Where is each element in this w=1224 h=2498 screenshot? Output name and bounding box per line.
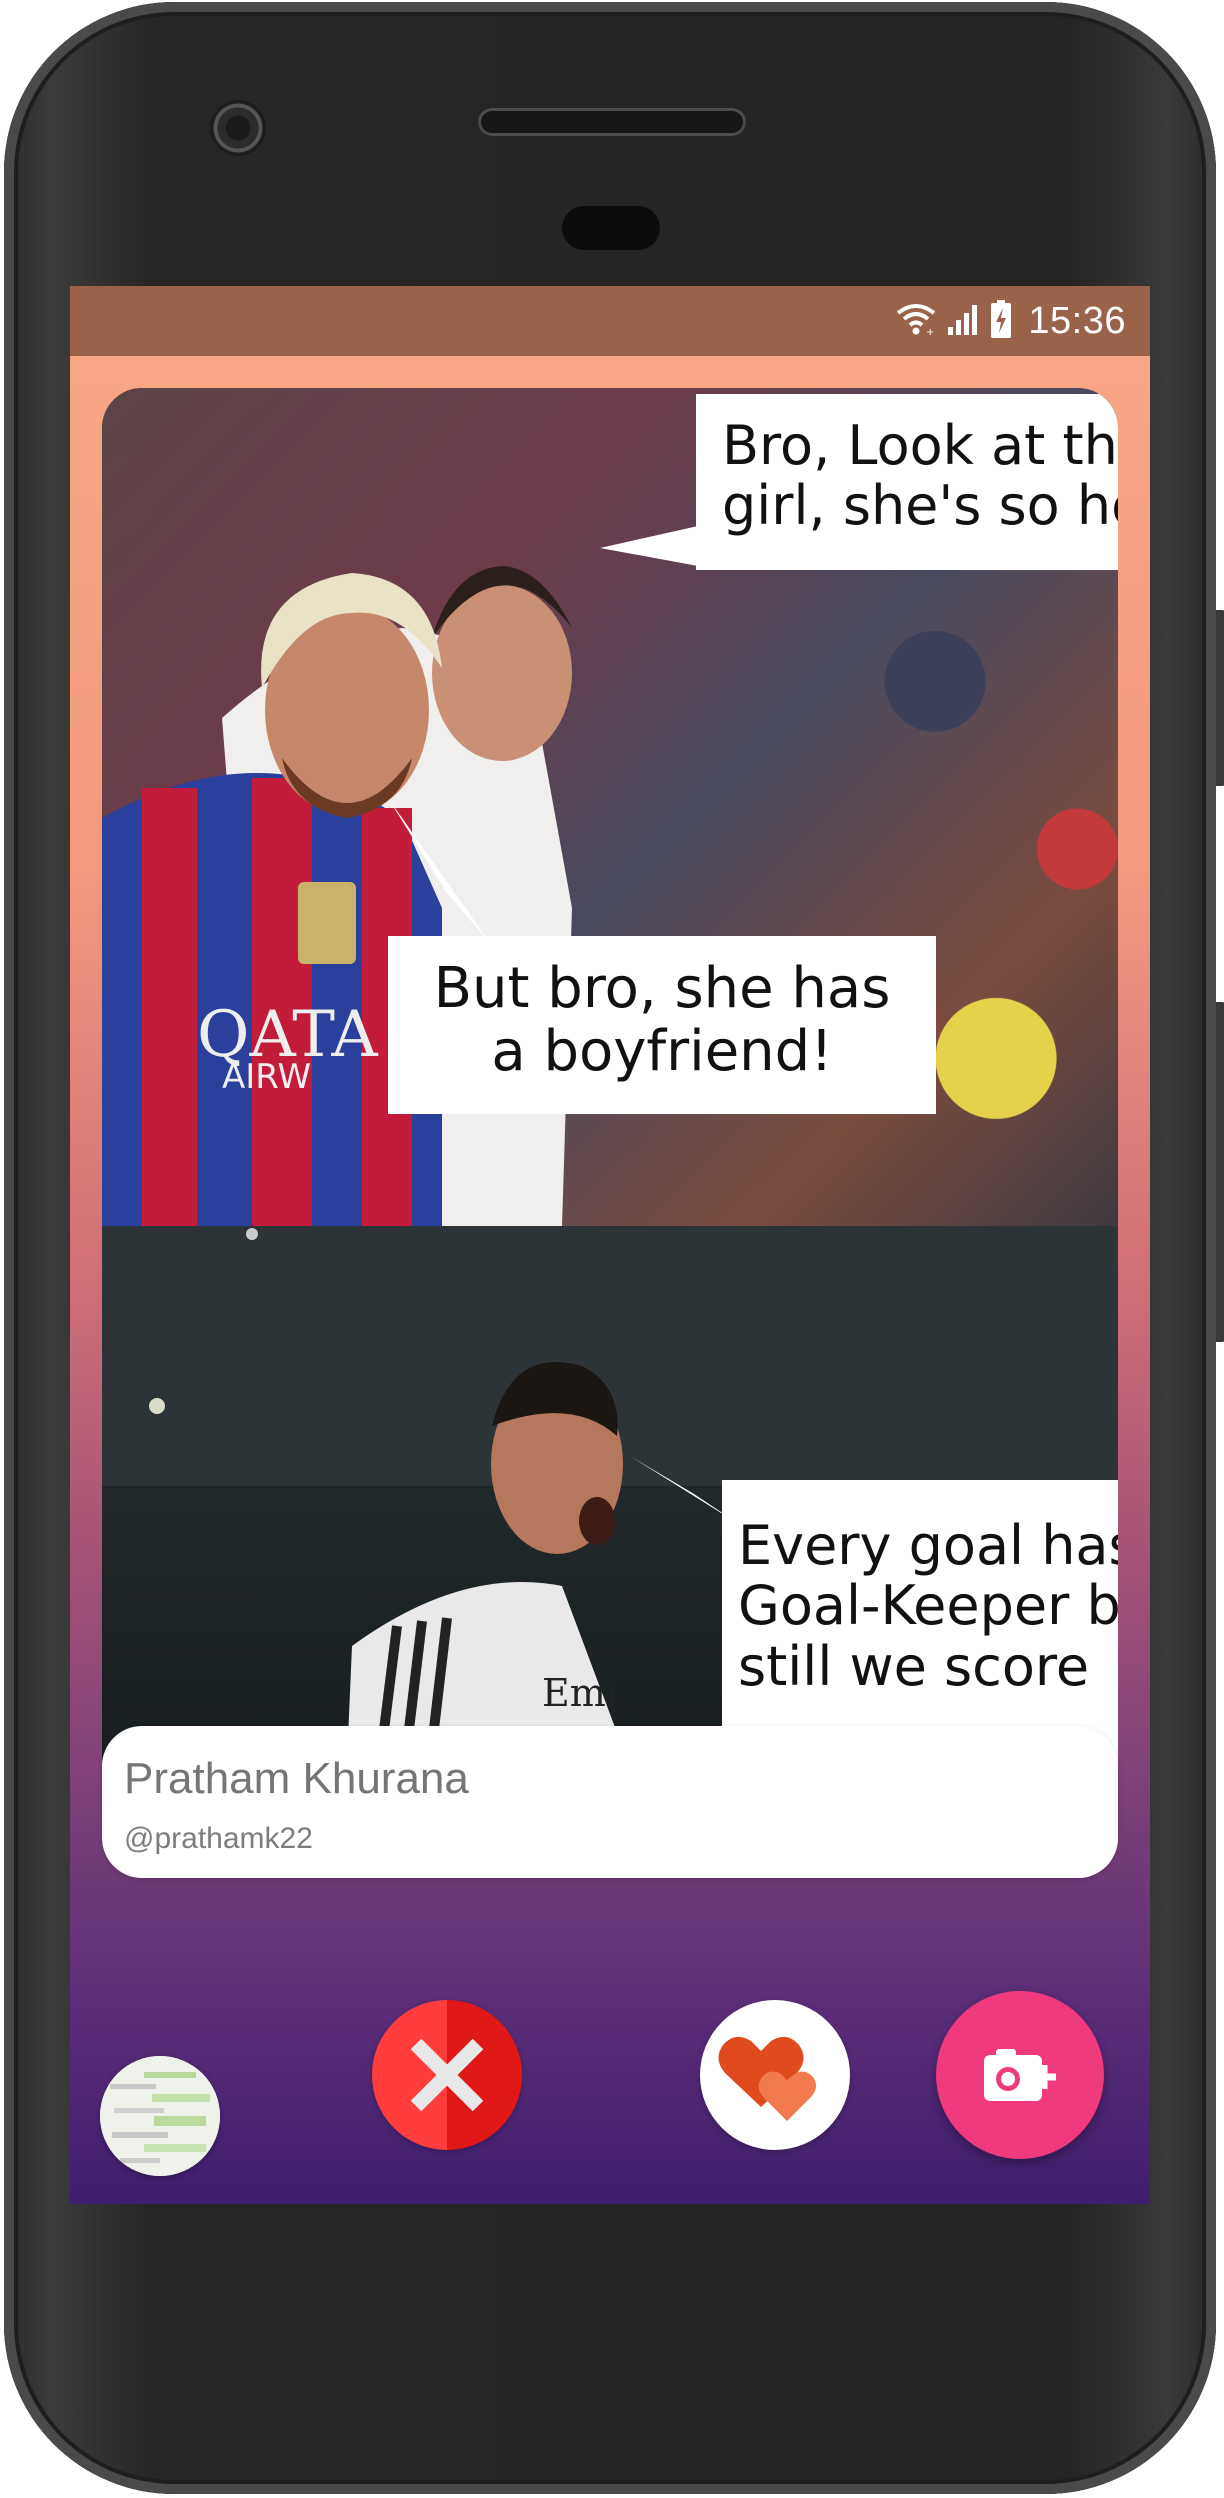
svg-text:+: +	[926, 327, 934, 337]
profile-handle: @prathamk22	[124, 1822, 313, 1855]
chat-screenshot-thumbnail-icon	[100, 2056, 220, 2176]
add-photo-button[interactable]	[936, 1991, 1104, 2159]
proximity-sensor	[562, 206, 660, 250]
post-card[interactable]: QATA AIRW Bro, Look at th girl, she's so…	[102, 388, 1118, 1878]
app-screen: + 15:36 QATA AIRW Bro, Look at th girl, …	[70, 286, 1150, 2204]
hearts-icon	[718, 2036, 817, 2121]
close-icon	[410, 2038, 484, 2112]
svg-text:Emi: Emi	[542, 1671, 618, 1715]
status-bar: + 15:36	[70, 286, 1150, 356]
battery-charging-icon	[990, 299, 1012, 344]
power-button	[1216, 610, 1224, 786]
signal-icon	[946, 301, 980, 342]
earpiece-speaker	[478, 108, 746, 136]
recent-thumbnail[interactable]	[100, 2056, 220, 2176]
svg-text:AIRW: AIRW	[222, 1057, 311, 1097]
phone-frame: + 15:36 QATA AIRW Bro, Look at th girl, …	[4, 2, 1224, 2494]
profile-panel[interactable]: Pratham Khurana @prathamk22	[102, 1726, 1118, 1878]
front-camera	[210, 100, 266, 156]
meme-caption-1: Bro, Look at th girl, she's so ho	[696, 394, 1118, 570]
like-button[interactable]	[700, 2000, 850, 2150]
status-time: 15:36	[1028, 299, 1126, 342]
dislike-button[interactable]	[372, 2000, 522, 2150]
add-photo-icon	[984, 2049, 1056, 2101]
status-icons: + 15:36	[896, 298, 1126, 344]
wifi-icon: +	[896, 301, 936, 342]
meme-photo-top: QATA AIRW Bro, Look at th girl, she's so…	[102, 388, 1118, 1226]
volume-button	[1216, 1002, 1224, 1342]
profile-name: Pratham Khurana	[124, 1754, 469, 1803]
meme-caption-2: But bro, she has a boyfriend!	[388, 936, 936, 1114]
